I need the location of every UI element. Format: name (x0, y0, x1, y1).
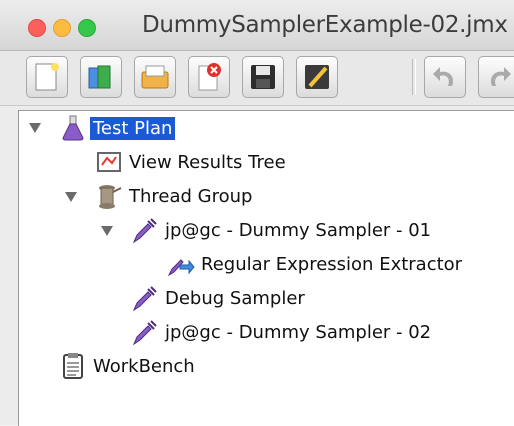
view-results-tree-icon (97, 152, 121, 172)
tree-item-dummy-sampler-02[interactable]: jp@gc - Dummy Sampler - 02 (131, 317, 431, 347)
redo-button[interactable] (478, 56, 514, 98)
redo-icon (490, 67, 511, 86)
open-icon (141, 65, 169, 89)
tree-item-label: Regular Expression Extractor (201, 253, 463, 275)
undo-icon (433, 67, 454, 86)
tree-item-workbench[interactable]: WorkBench (59, 351, 195, 381)
extractor-icon (167, 259, 195, 277)
jmeter-window: DummySamplerExample-02.jmx (/ Test Plan … (0, 0, 514, 426)
sampler-icon (132, 218, 157, 244)
tree-item-regex-extractor[interactable]: Regular Expression Extractor (167, 249, 462, 279)
tree-item-debug-sampler[interactable]: Debug Sampler (131, 283, 305, 313)
save-as-icon (305, 65, 329, 89)
tree-item-label: View Results Tree (129, 151, 286, 173)
templates-icon (88, 65, 111, 89)
save-icon (251, 65, 275, 89)
workbench-icon (63, 353, 83, 379)
tree-item-label: jp@gc - Dummy Sampler - 02 (165, 321, 432, 343)
new-button[interactable] (26, 56, 68, 98)
expand-toggle[interactable] (29, 123, 41, 133)
expand-toggle[interactable] (65, 192, 77, 202)
expand-toggle[interactable] (101, 226, 113, 236)
thread-group-icon (99, 185, 122, 209)
new-icon (35, 63, 59, 91)
tree-item-view-results-tree[interactable]: View Results Tree (95, 147, 286, 177)
tree-item-label: Debug Sampler (165, 287, 305, 309)
close-icon (198, 63, 221, 91)
zoom-window-button[interactable] (78, 19, 96, 37)
window-title: DummySamplerExample-02.jmx (/ (142, 12, 514, 38)
minimize-window-button[interactable] (53, 19, 71, 37)
title-bar: DummySamplerExample-02.jmx (/ (0, 0, 514, 51)
tree-item-label: jp@gc - Dummy Sampler - 01 (165, 219, 432, 241)
tree-item-label: WorkBench (93, 355, 195, 377)
close-window-button[interactable] (28, 19, 46, 37)
open-button[interactable] (134, 56, 176, 98)
tree-item-dummy-sampler-01[interactable]: jp@gc - Dummy Sampler - 01 (131, 215, 431, 245)
test-plan-icon (62, 115, 84, 141)
templates-button[interactable] (80, 56, 122, 98)
undo-button[interactable] (424, 56, 466, 98)
tree-item-label: Test Plan (90, 116, 176, 140)
test-plan-tree: Test Plan View Results Tree Thread Group (18, 110, 514, 426)
toolbar-separator (412, 59, 416, 95)
save-as-button[interactable] (296, 56, 338, 98)
toolbar (0, 51, 514, 106)
tree-item-label: Thread Group (129, 185, 253, 207)
sampler-icon (132, 320, 157, 346)
save-button[interactable] (242, 56, 284, 98)
tree-item-thread-group[interactable]: Thread Group (95, 181, 252, 211)
sampler-icon (132, 286, 157, 312)
tree-item-test-plan[interactable]: Test Plan (59, 113, 176, 143)
close-button[interactable] (188, 56, 230, 98)
